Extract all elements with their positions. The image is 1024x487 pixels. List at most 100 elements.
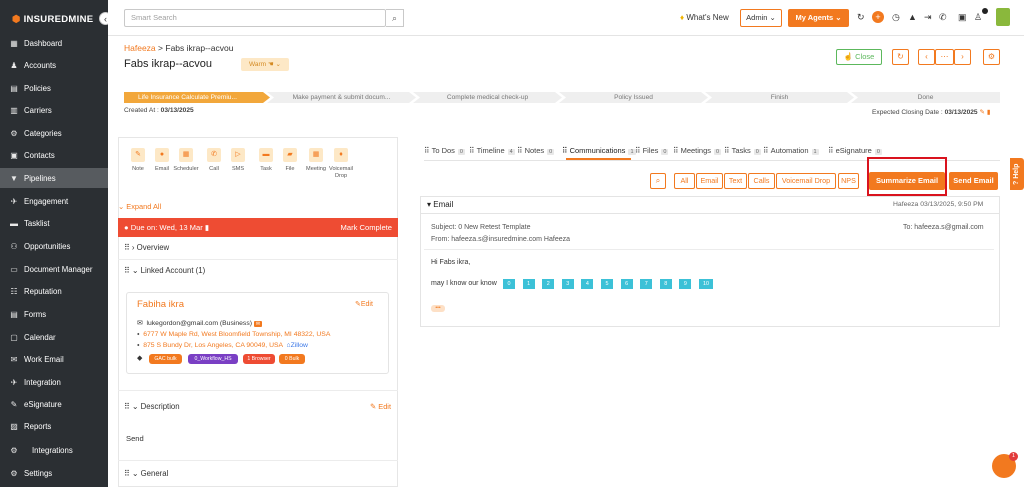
- sidebar-item-work-email[interactable]: ✉ Work Email: [0, 349, 108, 369]
- email-compose-icon[interactable]: ✉: [253, 321, 263, 327]
- action-file[interactable]: ▰ File: [276, 148, 304, 173]
- account-tag[interactable]: GAC bulk: [149, 354, 182, 364]
- pipeline-stage[interactable]: Complete medical check-up: [413, 92, 562, 103]
- avatar[interactable]: [996, 8, 1010, 26]
- sidebar-item-integration[interactable]: ✈ Integration: [0, 372, 108, 392]
- tab-files[interactable]: ⠿ Files 0: [635, 146, 669, 155]
- whats-new-link[interactable]: ♦ What's New: [680, 13, 729, 22]
- tab-notes[interactable]: ⠿ Notes 0: [517, 146, 555, 155]
- next-button[interactable]: ›: [954, 49, 971, 65]
- tab-tasks[interactable]: ⠿ Tasks 0: [724, 146, 761, 155]
- more-button[interactable]: ⋯: [935, 49, 954, 65]
- sidebar-item-pipelines[interactable]: ▼ Pipelines: [0, 168, 108, 188]
- tab-to-dos[interactable]: ⠿ To Dos 0: [424, 146, 465, 155]
- sidebar-item-carriers[interactable]: ▥ Carriers: [0, 100, 108, 120]
- general-section[interactable]: ⠿ ⌄ General: [118, 469, 398, 478]
- sidebar-item-engagement[interactable]: ✈ Engagement: [0, 191, 108, 211]
- search-icon[interactable]: ⌕: [650, 173, 666, 189]
- nps-option[interactable]: 0: [503, 279, 515, 289]
- sidebar-item-dashboard[interactable]: ▦ Dashboard: [0, 33, 108, 53]
- sidebar-item-policies[interactable]: ▤ Policies: [0, 78, 108, 98]
- action-meeting[interactable]: ▦ Meeting: [302, 148, 330, 173]
- nps-option[interactable]: 8: [659, 279, 672, 289]
- tab-esignature[interactable]: ⠿ eSignature 0: [828, 146, 882, 155]
- trash-icon[interactable]: ▮: [205, 223, 209, 232]
- tab-meetings[interactable]: ⠿ Meetings 0: [673, 146, 722, 155]
- refresh-icon[interactable]: ↻: [857, 12, 865, 23]
- bell-icon[interactable]: ▲: [908, 12, 917, 22]
- tab-communications[interactable]: ⠿ Communications 1: [562, 146, 636, 155]
- action-sms[interactable]: ▷ SMS: [224, 148, 252, 173]
- nps-option[interactable]: 1: [522, 279, 535, 289]
- chip-icon[interactable]: ▣: [958, 12, 967, 23]
- sidebar-item-categories[interactable]: ⚙ Categories: [0, 123, 108, 143]
- nps-option[interactable]: 9: [679, 279, 692, 289]
- user-icon[interactable]: ♙: [974, 12, 982, 23]
- account-name-link[interactable]: Fabiha ikra: [137, 299, 184, 310]
- nps-option[interactable]: 3: [561, 279, 574, 289]
- help-tab[interactable]: ? Help: [1010, 158, 1024, 190]
- prev-button[interactable]: ‹: [918, 49, 935, 65]
- pipeline-stage[interactable]: Done: [851, 92, 1000, 103]
- search-input[interactable]: Smart Search: [124, 9, 386, 27]
- sidebar-item-document-manager[interactable]: ▭ Document Manager: [0, 259, 108, 279]
- description-edit-link[interactable]: ✎ Edit: [370, 402, 391, 411]
- brand-logo[interactable]: ⬢ INSUREDMINE: [12, 14, 93, 25]
- send-email-button[interactable]: Send Email: [949, 172, 998, 190]
- sidebar-item-esignature[interactable]: ✎ eSignature: [0, 394, 108, 414]
- phone-icon[interactable]: ✆: [939, 12, 947, 23]
- filter-all[interactable]: All: [674, 173, 695, 189]
- nps-option[interactable]: 7: [640, 279, 653, 289]
- filter-nps[interactable]: NPS: [838, 173, 859, 189]
- sidebar-item-forms[interactable]: ▤ Forms: [0, 304, 108, 324]
- my-agents-dropdown[interactable]: My Agents ⌄: [788, 9, 849, 27]
- address-2-value[interactable]: 875 S Bundy Dr, Los Angeles, CA 90049, U…: [143, 342, 282, 349]
- pipeline-stage[interactable]: Policy Issued: [559, 92, 708, 103]
- filter-voicemail-drop[interactable]: Voicemail Drop: [776, 173, 836, 189]
- sidebar-item-tasklist[interactable]: ▬ Tasklist: [0, 213, 108, 233]
- admin-dropdown[interactable]: Admin ⌄: [740, 9, 782, 27]
- account-email-value[interactable]: lukegordon@gmail.com (Business): [146, 320, 252, 327]
- expand-email-button[interactable]: •••: [431, 305, 445, 312]
- trash-icon[interactable]: ▮: [987, 109, 991, 116]
- account-tag[interactable]: 0 Bulk: [279, 354, 305, 364]
- sidebar-item-integrations[interactable]: ⚙ Integrations: [0, 440, 108, 460]
- pipeline-stage[interactable]: Make payment & submit docum...: [267, 92, 416, 103]
- linked-account-section[interactable]: ⠿ ⌄ Linked Account (1): [118, 266, 398, 275]
- edit-icon[interactable]: ✎: [979, 109, 985, 116]
- settings-button[interactable]: ⚙: [983, 49, 1000, 65]
- action-scheduler[interactable]: ▦ Scheduler: [172, 148, 200, 173]
- description-section[interactable]: ⠿ ⌄ Description: [118, 402, 398, 411]
- nps-option[interactable]: 4: [581, 279, 594, 289]
- sidebar-item-accounts[interactable]: ♟ Accounts: [0, 55, 108, 75]
- zillow-link[interactable]: ⌂Zillow: [286, 342, 307, 349]
- account-tag[interactable]: 1 Browser: [243, 354, 275, 364]
- refresh-button[interactable]: ↻: [892, 49, 909, 65]
- mark-complete-button[interactable]: Mark Complete: [341, 218, 392, 237]
- pipeline-stage[interactable]: Finish: [705, 92, 854, 103]
- action-voicemail-drop[interactable]: ♦ Voicemail Drop: [327, 148, 355, 179]
- add-icon[interactable]: +: [872, 11, 884, 23]
- nps-option[interactable]: 6: [620, 279, 633, 289]
- pipeline-stage[interactable]: Life Insurance Calculate Premiu...: [124, 92, 270, 103]
- account-tag[interactable]: 0_Workflow_HS: [188, 354, 238, 364]
- sidebar-item-settings[interactable]: ⚙ Settings: [0, 463, 108, 483]
- clock-icon[interactable]: ◷: [892, 12, 900, 23]
- nps-option[interactable]: 5: [601, 279, 613, 289]
- filter-text[interactable]: Text: [724, 173, 747, 189]
- tab-timeline[interactable]: ⠿ Timeline 4: [469, 146, 515, 155]
- nps-option[interactable]: 2: [542, 279, 555, 289]
- close-deal-button[interactable]: ☝ Close: [836, 49, 882, 65]
- sidebar-item-reports[interactable]: ▨ Reports: [0, 416, 108, 436]
- breadcrumb-link[interactable]: Hafeeza: [124, 43, 156, 53]
- account-edit-link[interactable]: ✎Edit: [355, 300, 373, 308]
- filter-email[interactable]: Email: [696, 173, 723, 189]
- overview-section[interactable]: ⠿ › Overview: [118, 243, 398, 252]
- sidebar-item-reputation[interactable]: ☷ Reputation: [0, 281, 108, 301]
- search-icon[interactable]: ⌕: [386, 9, 404, 27]
- sidebar-item-contacts[interactable]: ▣ Contacts: [0, 145, 108, 165]
- filter-calls[interactable]: Calls: [748, 173, 775, 189]
- nps-option[interactable]: 10: [699, 279, 713, 289]
- sidebar-item-calendar[interactable]: ▢ Calendar: [0, 327, 108, 347]
- address-1-value[interactable]: 6777 W Maple Rd, West Bloomfield Townshi…: [143, 331, 330, 338]
